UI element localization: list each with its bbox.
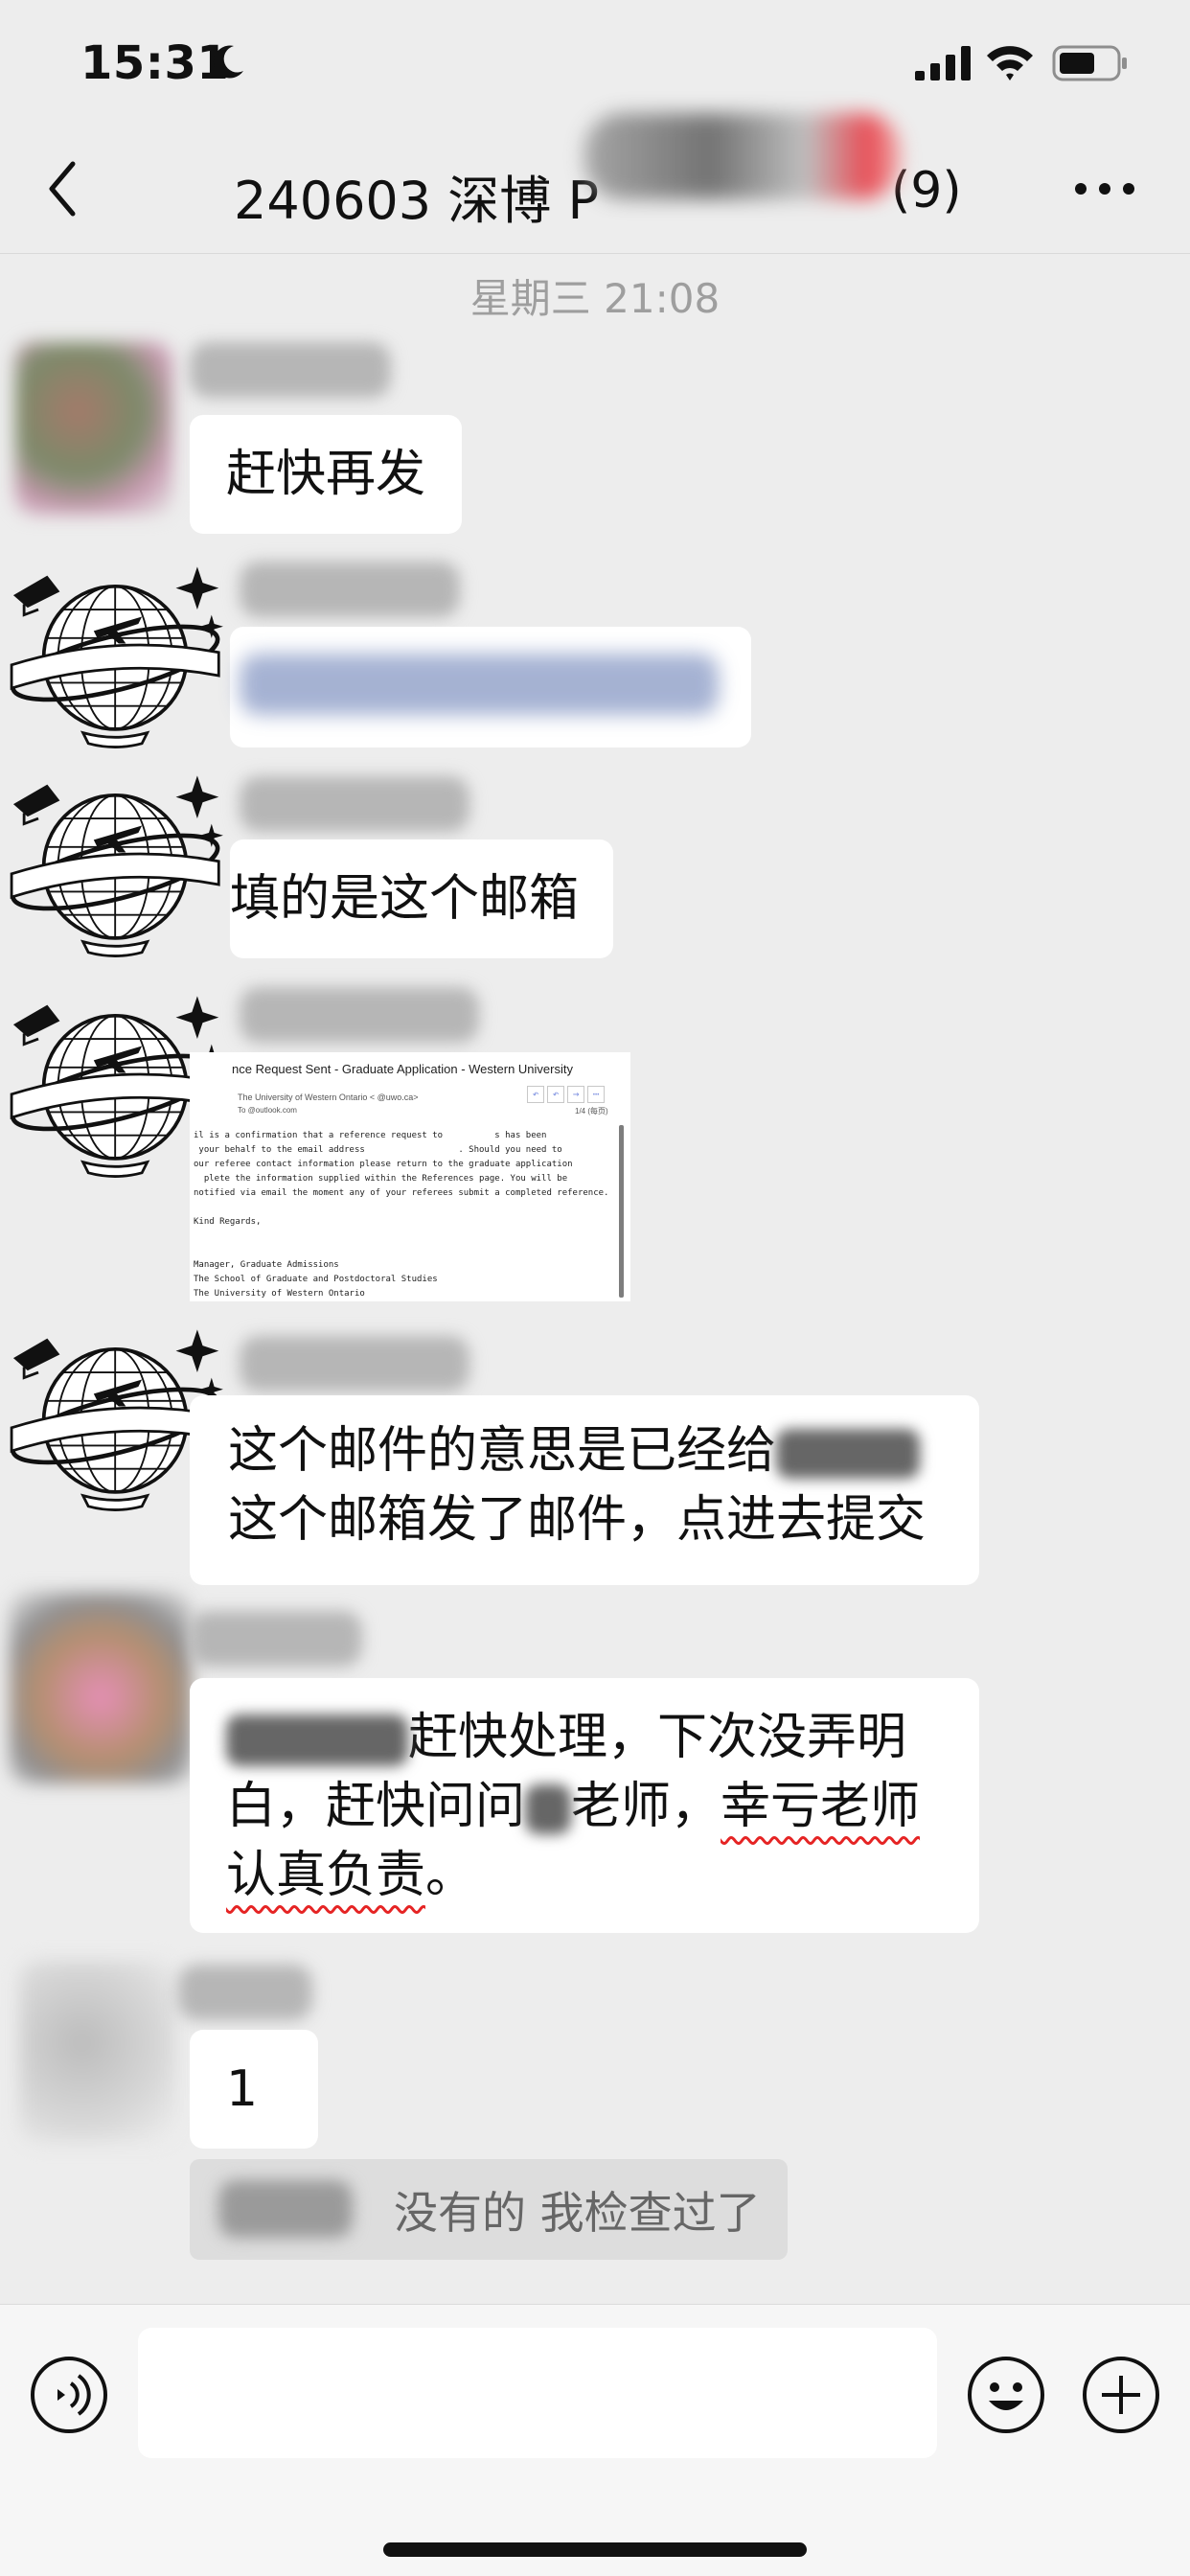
email-screenshot-image[interactable]: nce Request Sent - Graduate Application …	[190, 1052, 630, 1301]
sender-name	[190, 342, 391, 398]
message-text: 赶快处理，下次没弄明 白，赶快问问 老师，幸亏老师 认真负责。	[226, 1703, 945, 1910]
avatar[interactable]	[15, 342, 172, 515]
quoted-text: 没有的 我检查过了	[394, 2187, 761, 2239]
email-actions: ↶ ↶ → ⋯	[527, 1083, 607, 1103]
home-indicator	[383, 2542, 807, 2557]
avatar[interactable]	[10, 1592, 192, 1783]
wifi-icon	[987, 46, 1033, 80]
sender-name	[240, 776, 469, 832]
status-bar: 15:31	[0, 0, 1190, 129]
cellular-signal-icon	[915, 46, 971, 80]
message-line: 白，赶快问问	[226, 1778, 526, 1835]
email-body: il is a confirmation that a reference re…	[194, 1131, 609, 1299]
status-time: 15:31	[80, 36, 230, 90]
message-bubble[interactable]: 1	[190, 2030, 318, 2149]
chat-title: 240603 深博 P	[234, 171, 600, 231]
email-from: The University of Western Ontario < @uwo…	[238, 1092, 419, 1102]
emoji-icon[interactable]	[966, 2355, 1046, 2435]
email-subject: nce Request Sent - Graduate Application …	[232, 1062, 573, 1076]
message-text: 1	[226, 2060, 259, 2118]
message-line: 。	[425, 1847, 476, 1904]
moon-icon	[213, 45, 243, 79]
redacted-text	[525, 1784, 572, 1834]
forward-icon: →	[567, 1086, 584, 1103]
redacted-text	[776, 1429, 921, 1479]
input-bar	[0, 2304, 1190, 2576]
message-bubble[interactable]: 这个邮件的意思是已经给 这个邮箱发了邮件，点进去提交	[190, 1395, 979, 1585]
message-line: 老师，	[571, 1778, 721, 1835]
avatar[interactable]	[0, 767, 235, 963]
message-bubble[interactable]: 赶快再发	[190, 415, 463, 534]
email-page-indicator: 1/4 (每页)	[575, 1107, 608, 1116]
redacted-title-part	[584, 113, 901, 199]
reply-icon: ↶	[527, 1086, 544, 1103]
message-input[interactable]	[138, 2328, 937, 2458]
highlighted-text: 幸亏老师	[721, 1778, 921, 1835]
more-options-icon[interactable]	[1073, 179, 1136, 198]
sender-name	[178, 1965, 312, 2020]
message-line: 这个邮件的意思是已经给	[228, 1422, 777, 1480]
avatar[interactable]	[0, 558, 235, 754]
chat-screen: 15:31 240603 深博 P (9) 星期三 21:08 赶快再发 填的是…	[0, 0, 1190, 2576]
highlighted-text: 认真负责	[226, 1847, 426, 1904]
back-arrow-icon[interactable]	[44, 158, 82, 219]
email-scrollbar	[619, 1125, 624, 1298]
redacted-text	[226, 1714, 408, 1766]
avatar[interactable]	[19, 1961, 176, 2143]
email-to: To @outlook.com	[238, 1106, 297, 1115]
message-bubble[interactable]: 赶快处理，下次没弄明 白，赶快问问 老师，幸亏老师 认真负责。	[190, 1678, 979, 1933]
reply-all-icon: ↶	[547, 1086, 564, 1103]
battery-icon	[1052, 45, 1127, 81]
message-line: 这个邮箱发了邮件，点进去提交	[228, 1491, 927, 1549]
more-icon: ⋯	[587, 1086, 605, 1103]
message-timestamp: 星期三 21:08	[469, 275, 721, 322]
voice-input-icon[interactable]	[29, 2355, 109, 2435]
message-text: 这个邮件的意思是已经给	[228, 1416, 945, 1485]
message-text: 赶快再发	[226, 446, 426, 503]
quoted-reply[interactable]: 没有的 我检查过了	[190, 2159, 788, 2260]
message-bubble[interactable]: 填的是这个邮箱	[230, 840, 614, 958]
message-line: 赶快处理，下次没弄明	[408, 1709, 907, 1766]
message-text: 填的是这个邮箱	[230, 870, 580, 928]
sender-name	[240, 1336, 469, 1392]
redacted-message	[240, 654, 719, 715]
add-attachment-icon[interactable]	[1081, 2355, 1161, 2435]
redacted-name	[218, 2180, 353, 2238]
sender-name	[240, 562, 460, 617]
message-bubble[interactable]	[230, 627, 751, 748]
sender-name	[240, 987, 479, 1043]
sender-name	[190, 1611, 362, 1667]
member-count: (9)	[891, 162, 962, 219]
